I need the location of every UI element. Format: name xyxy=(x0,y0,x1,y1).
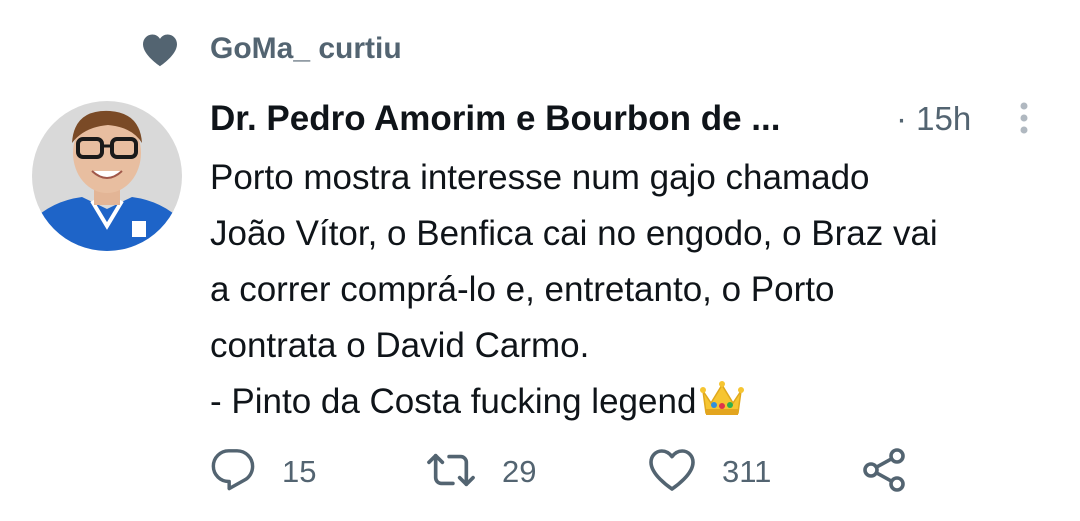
tweet-timestamp[interactable]: · 15h xyxy=(896,100,971,138)
avatar[interactable] xyxy=(32,101,182,251)
share-icon xyxy=(860,446,908,499)
tweet-text: Porto mostra interesse num gajo chamado … xyxy=(210,150,1060,436)
retweet-count: 29 xyxy=(502,454,537,489)
tweet-text-line: João Vítor, o Benfica cai no engodo, o B… xyxy=(210,214,938,253)
reply-count: 15 xyxy=(282,454,317,489)
tweet-text-line-last: - Pinto da Costa fucking legend xyxy=(210,374,1060,436)
tweet-action-bar: 15 29 311 xyxy=(210,446,930,499)
like-button[interactable]: 311 xyxy=(648,448,771,496)
like-count: 311 xyxy=(722,454,772,489)
crown-emoji-icon xyxy=(700,379,745,436)
tweet-text-line: Porto mostra interesse num gajo chamado xyxy=(210,158,870,197)
tweet-text-line: contrata o David Carmo. xyxy=(210,326,590,365)
reply-icon xyxy=(210,447,256,498)
reply-button[interactable]: 15 xyxy=(210,448,316,496)
tweet-header: Dr. Pedro Amorim e Bourbon de ... · 15h xyxy=(210,95,1040,143)
more-options-icon[interactable] xyxy=(1010,97,1038,141)
retweet-icon xyxy=(426,447,476,498)
social-context[interactable]: GoMa_ curtiu xyxy=(140,28,402,72)
tweet-text-segment: - Pinto da Costa fucking legend xyxy=(210,382,697,421)
tweet-text-line: a correr comprá-lo e, entretanto, o Port… xyxy=(210,270,835,309)
author-display-name[interactable]: Dr. Pedro Amorim e Bourbon de ... xyxy=(210,99,780,139)
share-button[interactable] xyxy=(860,446,908,499)
retweet-button[interactable]: 29 xyxy=(426,448,536,496)
liked-by-label[interactable]: GoMa_ curtiu xyxy=(210,32,402,66)
heart-outline-icon xyxy=(648,448,696,497)
heart-filled-icon xyxy=(140,30,180,70)
